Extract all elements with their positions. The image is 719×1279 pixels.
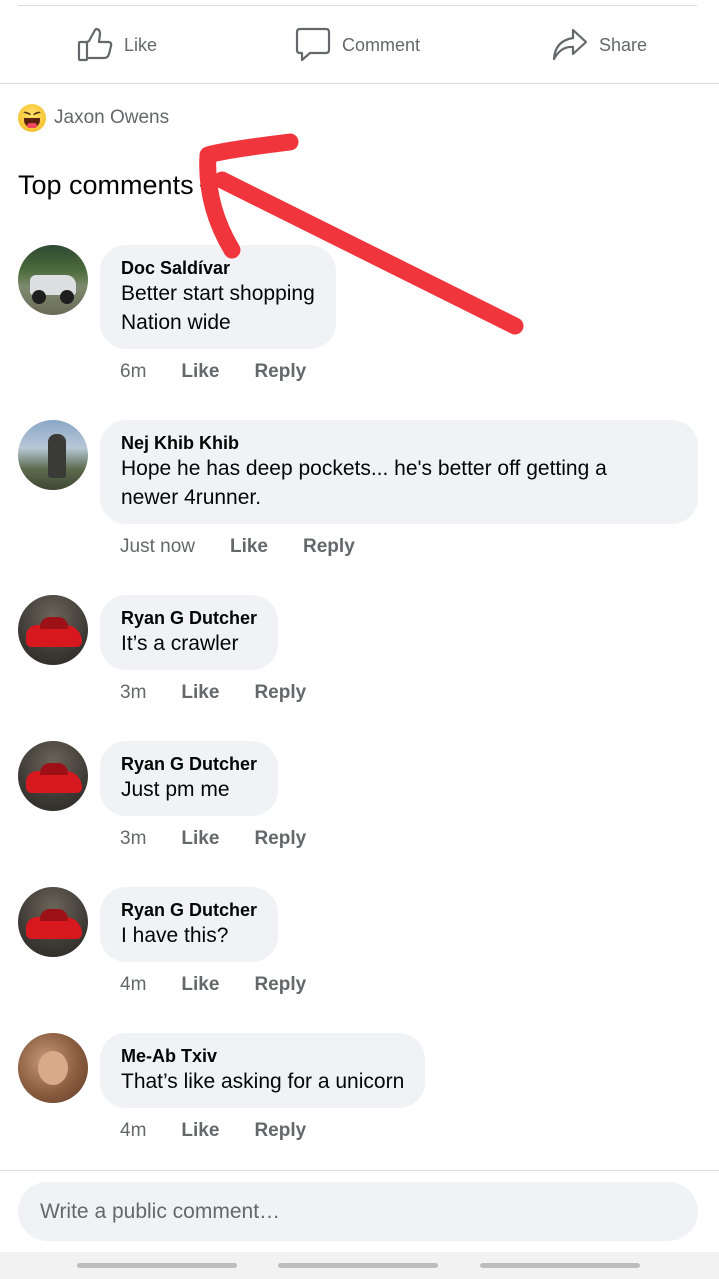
reactions-summary[interactable]: Jaxon Owens xyxy=(18,104,169,132)
avatar[interactable] xyxy=(18,1033,88,1103)
comment-button[interactable]: Comment xyxy=(294,22,719,68)
comment-reply-button[interactable]: Reply xyxy=(303,536,355,558)
comment-text-line: Nation wide xyxy=(121,311,231,334)
section-title: Top comments xyxy=(18,170,194,200)
comment-author[interactable]: Doc Saldívar xyxy=(121,257,315,279)
comment-author[interactable]: Ryan G Dutcher xyxy=(121,899,257,921)
comment-text-line: newer 4runner. xyxy=(121,486,262,509)
haha-emoji-icon xyxy=(18,104,46,132)
nav-handle[interactable] xyxy=(278,1263,438,1268)
comment-text-line: Just pm me xyxy=(121,778,230,801)
comment-like-button[interactable]: Like xyxy=(181,828,219,850)
nav-handle[interactable] xyxy=(77,1263,237,1268)
comment-meta: 4m Like Reply xyxy=(120,1120,306,1142)
comment-text-line: Better start shopping xyxy=(121,282,315,305)
avatar[interactable] xyxy=(18,420,88,490)
comment-bubble[interactable]: Me-Ab Txiv That’s like asking for a unic… xyxy=(100,1033,426,1108)
comment-reply-button[interactable]: Reply xyxy=(254,361,306,383)
comment-text-line: Hope he has deep pockets... he's better … xyxy=(121,457,607,480)
comment-time: 4m xyxy=(120,1120,147,1141)
comment-time: Just now xyxy=(120,536,195,557)
speech-bubble-icon xyxy=(294,26,332,64)
comment-like-button[interactable]: Like xyxy=(181,1120,219,1142)
comment-bubble[interactable]: Doc Saldívar Better start shopping Natio… xyxy=(100,245,336,349)
comment-time: 4m xyxy=(120,974,147,995)
comment-label: Comment xyxy=(342,34,421,55)
share-button[interactable]: Share xyxy=(551,22,647,68)
comment-input[interactable] xyxy=(18,1182,698,1241)
system-nav-bar xyxy=(0,1252,719,1279)
comment-reply-button[interactable]: Reply xyxy=(254,682,306,704)
comment-bubble[interactable]: Ryan G Dutcher Just pm me xyxy=(100,741,279,816)
share-arrow-icon xyxy=(551,27,589,63)
comment-meta: Just now Like Reply xyxy=(120,536,355,558)
share-label: Share xyxy=(599,34,648,55)
comment-author[interactable]: Nej Khib Khib xyxy=(121,432,677,454)
top-divider xyxy=(18,5,697,6)
avatar[interactable] xyxy=(18,887,88,957)
comment-bubble[interactable]: Nej Khib Khib Hope he has deep pockets..… xyxy=(100,420,698,524)
comment-meta: 3m Like Reply xyxy=(120,682,306,704)
comment-meta: 3m Like Reply xyxy=(120,828,306,850)
comment-reply-button[interactable]: Reply xyxy=(254,828,306,850)
comment-text-line: I have this? xyxy=(121,924,229,947)
comments-sort-selector[interactable]: Top comments ▾ xyxy=(18,170,208,201)
comment-like-button[interactable]: Like xyxy=(181,682,219,704)
comment-like-button[interactable]: Like xyxy=(181,974,219,996)
comment-time: 6m xyxy=(120,361,147,382)
action-divider xyxy=(0,83,719,84)
composer-divider xyxy=(0,1170,719,1171)
avatar[interactable] xyxy=(18,595,88,665)
comment-meta: 6m Like Reply xyxy=(120,361,306,383)
comment-bubble[interactable]: Ryan G Dutcher I have this? xyxy=(100,887,279,962)
reactor-names: Jaxon Owens xyxy=(54,107,170,128)
comment-reply-button[interactable]: Reply xyxy=(254,974,306,996)
comment-time: 3m xyxy=(120,828,147,849)
comment-like-button[interactable]: Like xyxy=(181,361,219,383)
like-button[interactable]: Like xyxy=(76,22,157,68)
comment-text-line: It’s a crawler xyxy=(121,632,239,655)
comment-meta: 4m Like Reply xyxy=(120,974,306,996)
comment-reply-button[interactable]: Reply xyxy=(254,1120,306,1142)
like-label: Like xyxy=(124,34,158,55)
avatar[interactable] xyxy=(18,741,88,811)
nav-handle[interactable] xyxy=(480,1263,640,1268)
post-action-bar: Like Comment Share xyxy=(0,10,719,82)
chevron-down-icon: ▾ xyxy=(199,179,208,197)
comment-author[interactable]: Ryan G Dutcher xyxy=(121,753,257,775)
thumbs-up-icon xyxy=(76,27,114,63)
comment-author[interactable]: Ryan G Dutcher xyxy=(121,607,257,629)
comment-composer[interactable] xyxy=(18,1182,698,1241)
comment-text-line: That’s like asking for a unicorn xyxy=(121,1070,405,1093)
comment-bubble[interactable]: Ryan G Dutcher It’s a crawler xyxy=(100,595,279,670)
comment-author[interactable]: Me-Ab Txiv xyxy=(121,1045,404,1067)
comment-like-button[interactable]: Like xyxy=(230,536,268,558)
avatar[interactable] xyxy=(18,245,88,315)
comment-time: 3m xyxy=(120,682,147,703)
